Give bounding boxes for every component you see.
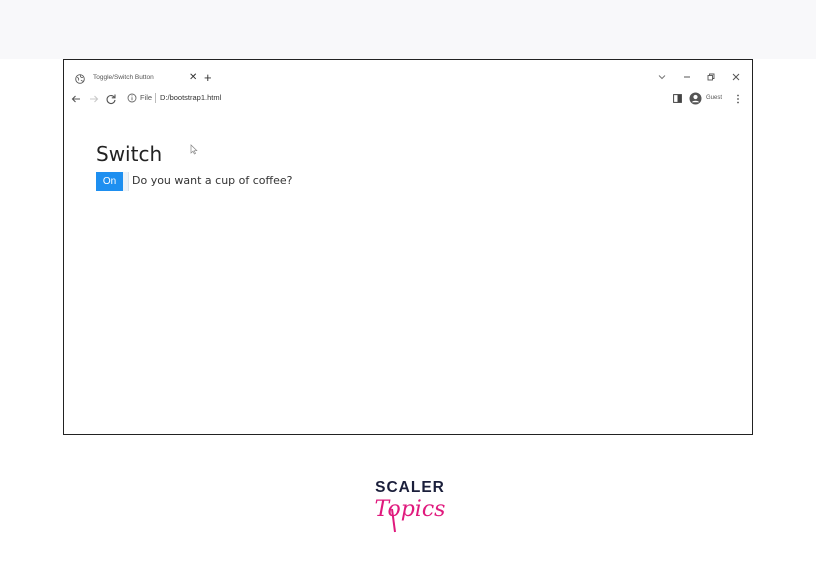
tab-title: Toggle/Switch Button xyxy=(93,74,154,81)
reload-icon[interactable] xyxy=(104,92,118,106)
restore-icon[interactable] xyxy=(705,71,717,83)
page-title: Switch xyxy=(96,142,163,166)
browser-toolbar: File D:/bootstrap1.html Guest xyxy=(64,90,752,108)
tab-strip: Toggle/Switch Button ✕ + xyxy=(64,60,752,90)
url-scheme: File xyxy=(140,93,153,102)
forward-arrow-icon[interactable] xyxy=(87,92,101,106)
url-separator xyxy=(155,93,156,103)
profile-name[interactable]: Guest xyxy=(706,95,722,101)
close-window-icon[interactable] xyxy=(730,71,742,83)
tab-close-icon[interactable]: ✕ xyxy=(189,72,197,84)
top-background-band xyxy=(0,0,816,59)
back-arrow-icon[interactable] xyxy=(69,92,83,106)
side-panel-icon[interactable] xyxy=(673,94,682,103)
svg-text:Topics: Topics xyxy=(375,497,446,522)
profile-avatar-icon[interactable] xyxy=(689,92,702,105)
globe-icon xyxy=(75,74,85,84)
tab-toggle-switch[interactable]: Toggle/Switch Button ✕ xyxy=(70,70,197,88)
new-tab-plus-icon[interactable]: + xyxy=(204,70,212,86)
minimize-icon[interactable] xyxy=(681,71,693,83)
coffee-toggle-switch[interactable]: On xyxy=(96,172,130,191)
scaler-topics-logo: SCALER Topics xyxy=(375,479,446,533)
switch-handle xyxy=(123,172,129,191)
tab-search-chevron-down-icon[interactable] xyxy=(656,71,668,83)
kebab-menu-icon[interactable] xyxy=(735,93,741,105)
mouse-pointer-icon xyxy=(190,144,198,155)
svg-text:SCALER: SCALER xyxy=(375,479,445,496)
address-bar-url[interactable]: D:/bootstrap1.html xyxy=(160,93,221,102)
switch-on-label: On xyxy=(96,172,123,191)
switch-question-label: Do you want a cup of coffee? xyxy=(132,174,293,187)
browser-window: Toggle/Switch Button ✕ + File D:/bootstr… xyxy=(63,59,753,435)
site-info-icon[interactable] xyxy=(127,93,137,103)
